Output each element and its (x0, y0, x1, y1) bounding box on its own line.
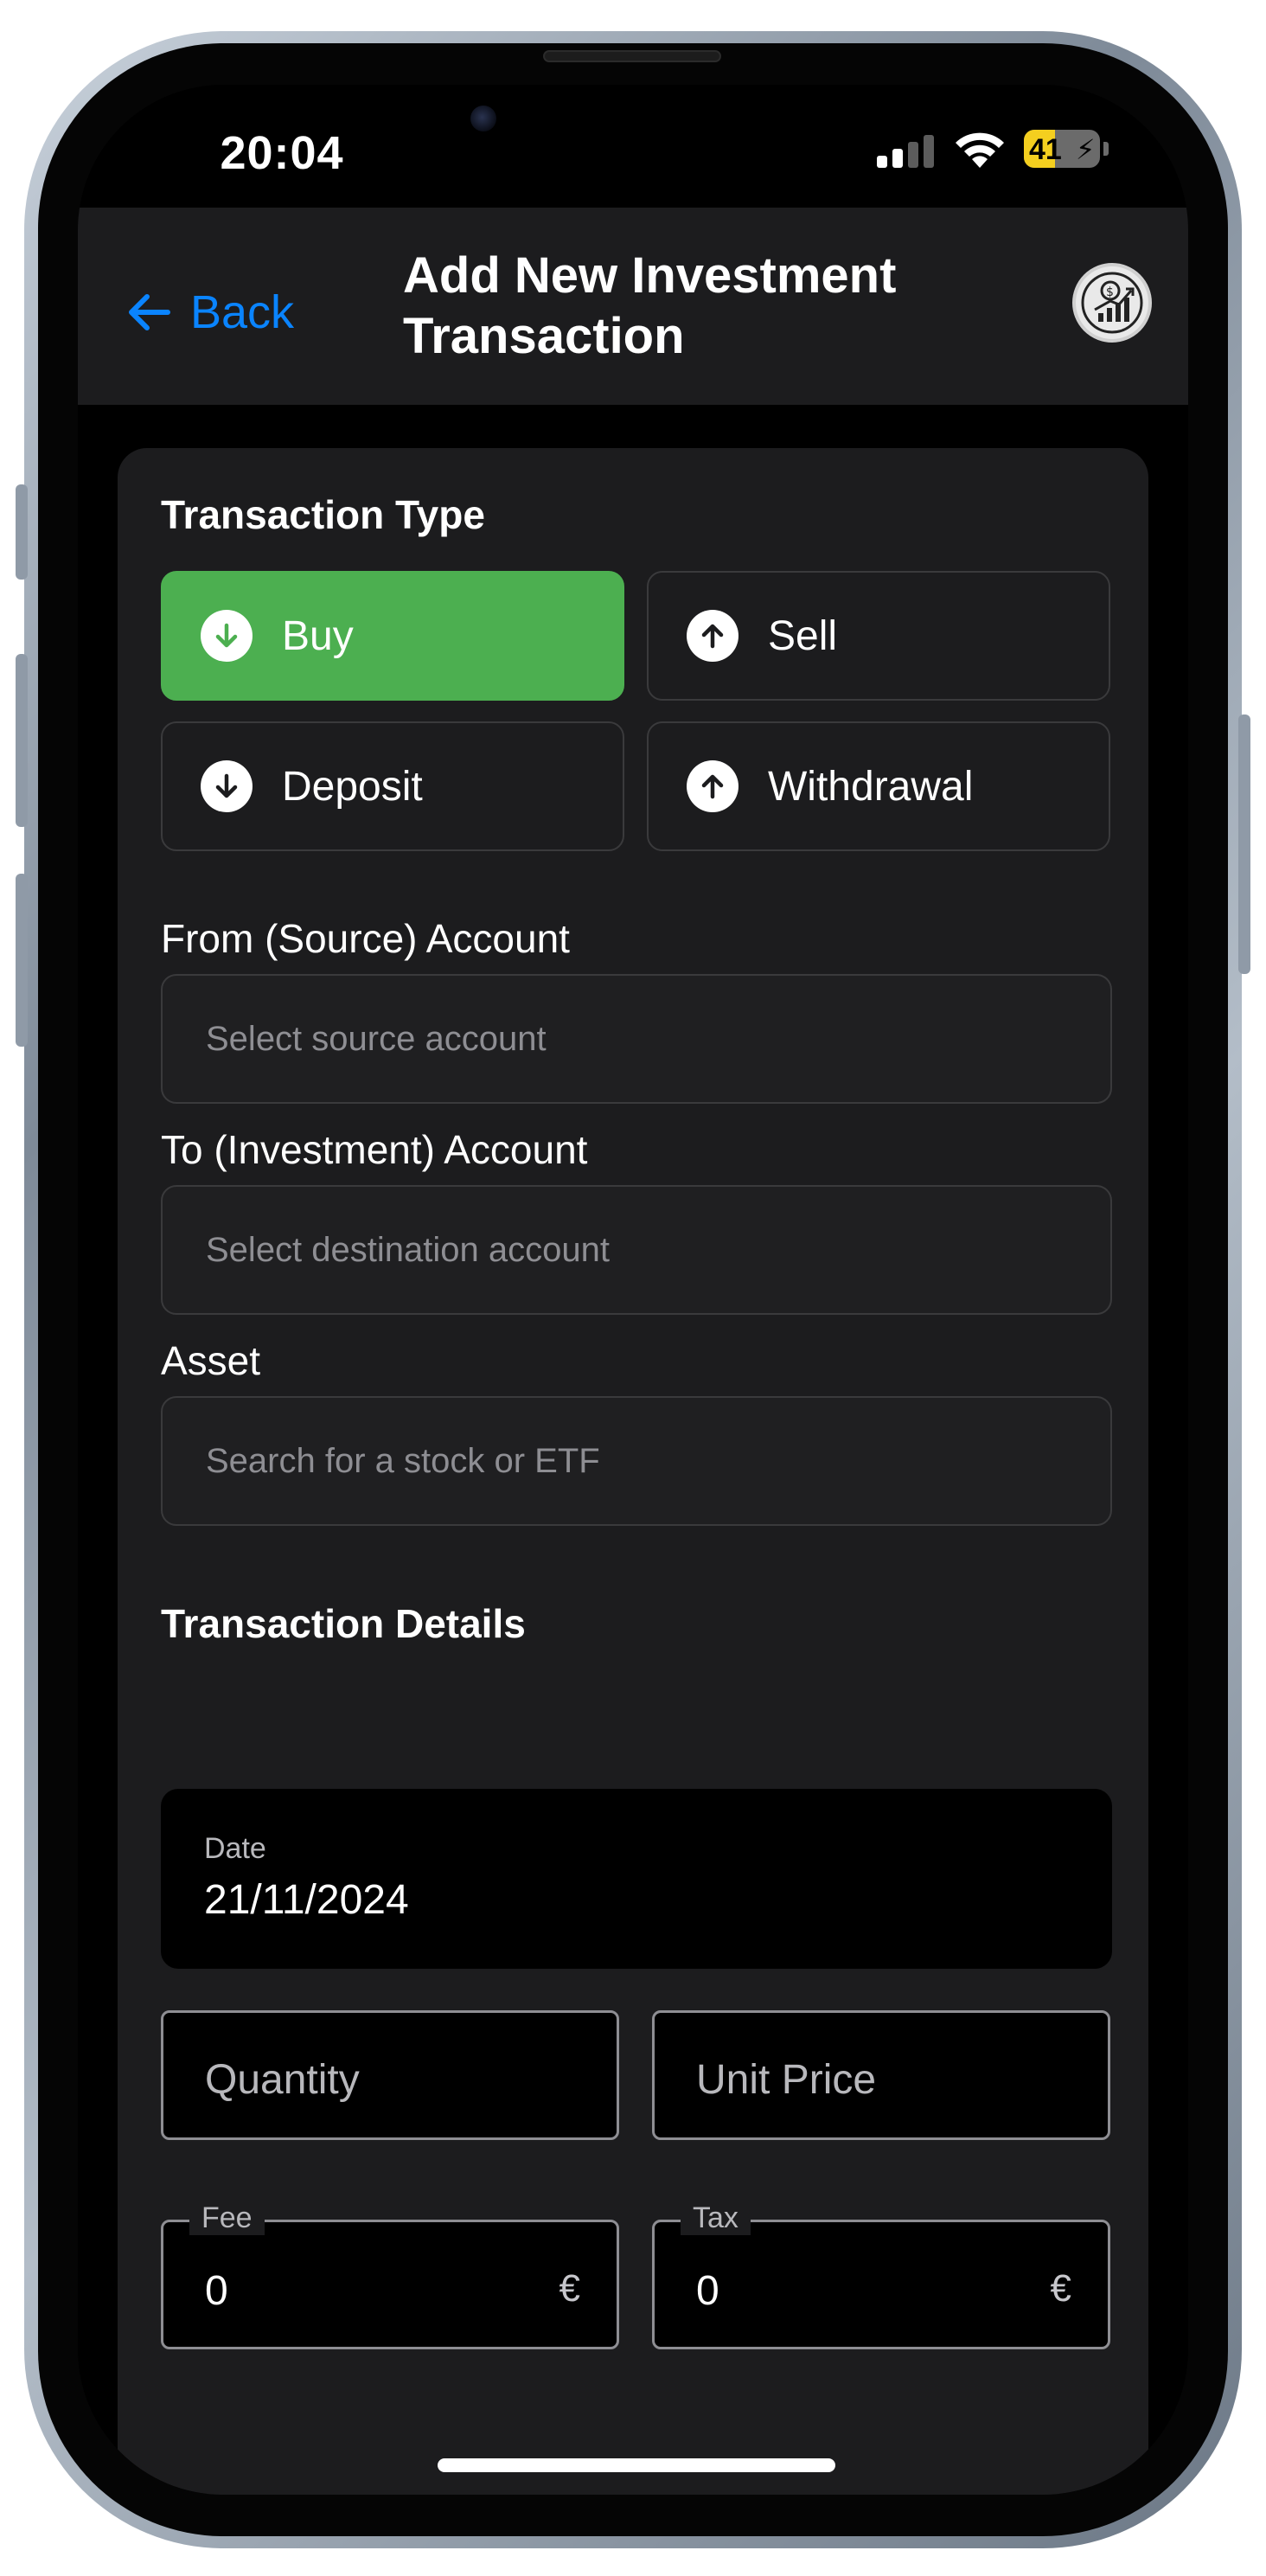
sell-button[interactable]: Sell (647, 571, 1110, 701)
fee-label: Fee (189, 2201, 265, 2235)
fee-field[interactable]: Fee 0 € (161, 2201, 619, 2349)
source-account-placeholder: Select source account (206, 1019, 547, 1058)
buy-label: Buy (282, 612, 354, 659)
tax-currency: € (1050, 2267, 1071, 2310)
deposit-label: Deposit (282, 763, 423, 810)
unit-price-placeholder: Unit Price (696, 2057, 877, 2103)
date-picker[interactable]: Date 21/11/2024 (161, 1789, 1112, 1969)
nav-header: Back Add New Investment Transaction $ (78, 208, 1188, 405)
buy-button[interactable]: Buy (161, 571, 624, 701)
tax-label: Tax (681, 2201, 751, 2235)
fee-currency: € (559, 2267, 580, 2310)
power-button (1238, 714, 1250, 974)
asset-label: Asset (161, 1338, 261, 1383)
source-account-label: From (Source) Account (161, 916, 570, 961)
transaction-form-card: Transaction Type Buy Sell Deposit Withdr… (118, 448, 1148, 2495)
destination-account-placeholder: Select destination account (206, 1230, 610, 1269)
asset-search-input[interactable]: Search for a stock or ETF (161, 1396, 1112, 1526)
back-button[interactable]: Back (125, 285, 294, 339)
investment-chart-logo-icon[interactable]: $ (1072, 263, 1152, 343)
back-label: Back (190, 286, 295, 338)
arrow-up-circle-icon (687, 610, 738, 662)
arrow-down-circle-icon (201, 760, 253, 812)
home-indicator[interactable] (438, 2458, 835, 2472)
quantity-field[interactable]: Quantity (161, 2010, 619, 2140)
quantity-placeholder: Quantity (205, 2057, 360, 2103)
charging-bolt-icon: ⚡︎ (1076, 134, 1096, 165)
notch (424, 85, 842, 173)
tax-field[interactable]: Tax 0 € (652, 2201, 1110, 2349)
earpiece-speaker (543, 50, 721, 62)
status-time: 20:04 (220, 127, 344, 179)
tax-value: 0 (696, 2268, 719, 2314)
wifi-icon (956, 132, 1004, 168)
source-account-select[interactable]: Select source account (161, 974, 1112, 1104)
page-title: Add New Investment Transaction (403, 247, 897, 364)
withdrawal-label: Withdrawal (768, 763, 974, 810)
destination-account-select[interactable]: Select destination account (161, 1185, 1112, 1315)
transaction-details-title: Transaction Details (161, 1601, 526, 1646)
withdrawal-button[interactable]: Withdrawal (647, 721, 1110, 851)
transaction-type-title: Transaction Type (161, 492, 485, 537)
cellular-signal-icon (877, 135, 937, 173)
silent-switch (16, 484, 28, 580)
volume-up-button (16, 654, 28, 827)
arrow-up-circle-icon (687, 760, 738, 812)
svg-text:$: $ (1106, 285, 1114, 299)
battery-nub (1103, 142, 1109, 156)
volume-down-button (16, 874, 28, 1047)
app-screen: 20:04 41 ⚡︎ Back Add New Investment Tran… (78, 85, 1188, 2495)
arrow-down-circle-icon (201, 610, 253, 662)
fee-value: 0 (205, 2268, 228, 2314)
front-camera (470, 106, 496, 131)
battery-charging-icon: 41 ⚡︎ (1024, 130, 1100, 168)
date-label: Date (204, 1832, 266, 1865)
destination-account-label: To (Investment) Account (161, 1127, 588, 1172)
unit-price-field[interactable]: Unit Price (652, 2010, 1110, 2140)
date-value: 21/11/2024 (204, 1877, 409, 1923)
arrow-left-icon (129, 294, 170, 330)
asset-placeholder: Search for a stock or ETF (206, 1441, 600, 1480)
sell-label: Sell (768, 612, 838, 659)
deposit-button[interactable]: Deposit (161, 721, 624, 851)
battery-level: 41 (1029, 133, 1062, 166)
